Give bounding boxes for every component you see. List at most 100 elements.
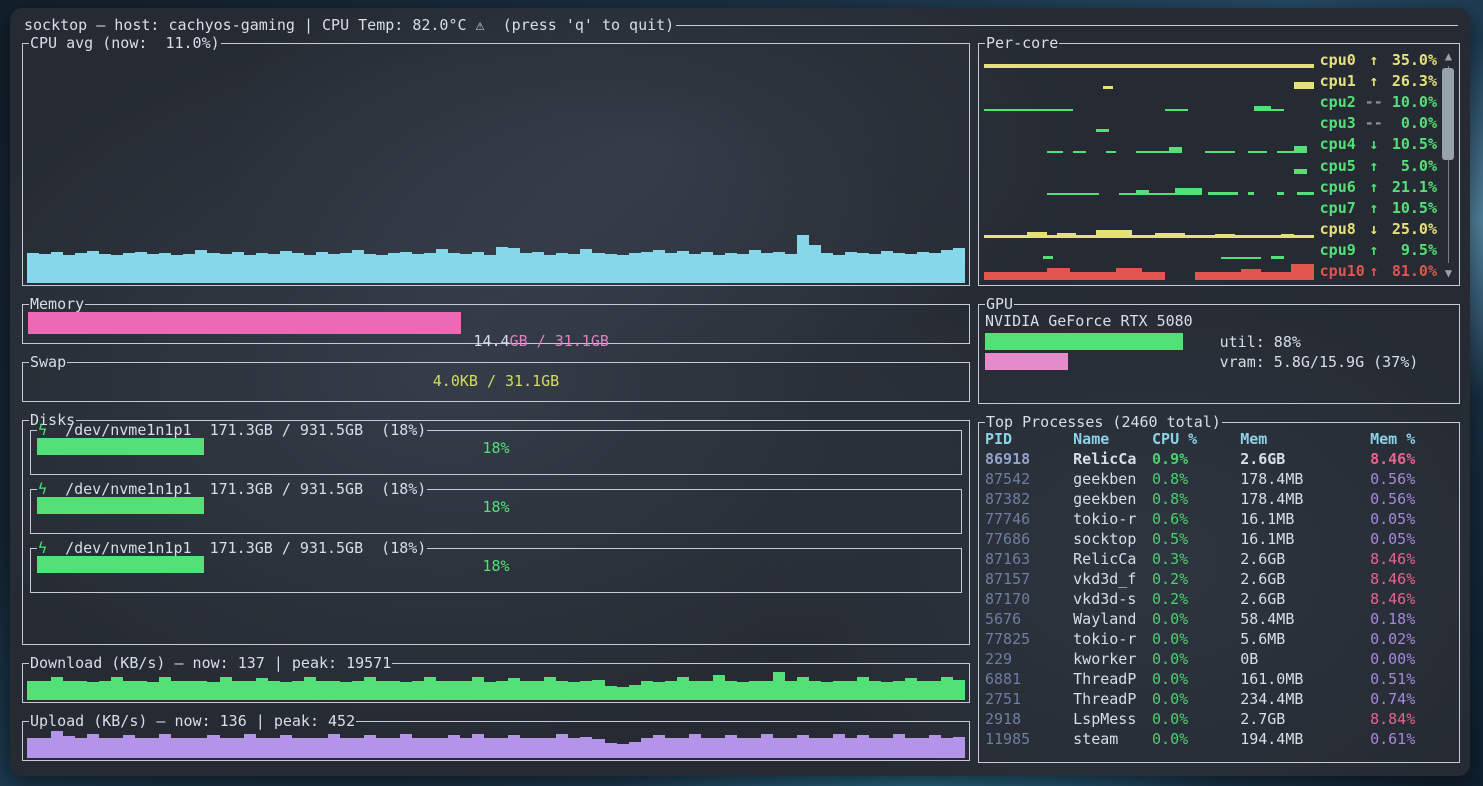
download-history-bar [268, 681, 280, 700]
per-core-scrollbar[interactable]: ▲ ▼ [1441, 49, 1456, 280]
sparkline-segment [1221, 257, 1261, 259]
core-label: cpu2--10.0% [1320, 93, 1437, 111]
process-mem: 2.6GB [1240, 589, 1370, 609]
process-row[interactable]: 77746tokio-r0.6%16.1MB0.05% [985, 509, 1449, 529]
sparkline-segment [1096, 129, 1109, 132]
cpu-history-bar [701, 252, 713, 283]
download-history-bar [893, 681, 905, 700]
core-row-cpu5: cpu5↑ 5.0% [984, 155, 1437, 176]
process-row[interactable]: 87170vkd3d-s0.2%2.6GB8.46% [985, 589, 1449, 609]
process-name: ThreadP [1073, 669, 1152, 689]
download-history-bar [857, 677, 869, 700]
process-row[interactable]: 86918RelicCa0.9%2.6GB8.46% [985, 449, 1449, 469]
cpu-history-bar [244, 255, 256, 283]
sparkline-segment [1294, 82, 1314, 89]
sparkline-segment [1297, 192, 1313, 195]
scroll-down-icon[interactable]: ▼ [1441, 266, 1456, 280]
download-history-bar [87, 682, 99, 700]
process-cpu: 0.8% [1152, 489, 1240, 509]
upload-history-bar [941, 738, 953, 758]
download-history-bar [195, 681, 207, 700]
process-row[interactable]: 6881ThreadP0.0%161.0MB0.51% [985, 669, 1449, 689]
upload-history-bar [51, 731, 63, 758]
disk-box-border: ϟ /dev/nvme1n1p1 171.3GB / 931.5GB (18%) [30, 548, 962, 549]
process-pid: 229 [985, 649, 1073, 669]
upload-history-bar [917, 738, 929, 758]
gpu-title: GPU [985, 297, 1014, 312]
process-pid: 5676 [985, 609, 1073, 629]
sparkline-segment [1136, 190, 1149, 195]
process-row[interactable]: 229kworker0.0%0B0.00% [985, 649, 1449, 669]
sparkline-segment [1271, 109, 1284, 111]
scrollbar-thumb[interactable] [1442, 68, 1454, 160]
cpu-history-bar [39, 254, 51, 283]
cpu-history-bar [580, 249, 592, 283]
trend-up-icon: ↑ [1365, 262, 1383, 280]
process-cpu: 0.0% [1152, 649, 1240, 669]
download-history-bar [147, 682, 159, 700]
process-row[interactable]: 87163RelicCa0.3%2.6GB8.46% [985, 549, 1449, 569]
upload-history-bar [27, 738, 39, 758]
download-history-bar [388, 681, 400, 700]
process-row[interactable]: 11985steam0.0%194.4MB0.61% [985, 729, 1449, 749]
cpu-history-bar [605, 254, 617, 283]
process-row[interactable]: 2918LspMess0.0%2.7GB8.84% [985, 709, 1449, 729]
disk-box-border: ϟ /dev/nvme1n1p1 171.3GB / 931.5GB (18%) [30, 430, 962, 431]
download-history-bar [328, 681, 340, 700]
sparkline-segment [984, 272, 1047, 280]
process-mem: 194.4MB [1240, 729, 1370, 749]
process-row[interactable]: 5676Wayland0.0%58.4MB0.18% [985, 609, 1449, 629]
process-cpu: 0.3% [1152, 549, 1240, 569]
core-sparkline [984, 49, 1314, 70]
scroll-up-icon[interactable]: ▲ [1441, 49, 1456, 63]
disk-path: /dev/nvme1n1p1 [47, 541, 192, 556]
process-row[interactable]: 77686socktop0.5%16.1MB0.05% [985, 529, 1449, 549]
per-core-panel: Per-core cpu0↑35.0%cpu1↑26.3%cpu2--10.0%… [978, 44, 1460, 286]
download-history-bar [677, 677, 689, 700]
sparkline-segment [1043, 256, 1053, 259]
upload-history-bar [520, 738, 532, 758]
process-mem: 234.4MB [1240, 689, 1370, 709]
trend-down-icon: ↓ [1365, 135, 1383, 153]
download-history-bar [304, 677, 316, 700]
cpu-history-bar [484, 255, 496, 283]
core-label: cpu5↑ 5.0% [1320, 157, 1437, 175]
download-history-bar [280, 682, 292, 700]
process-pid: 87382 [985, 489, 1073, 509]
download-history-bar [773, 672, 785, 700]
download-history-bar [244, 681, 256, 700]
cpu-history-bar [111, 255, 123, 283]
trend-up-icon: ↑ [1365, 72, 1383, 90]
process-row[interactable]: 87157vkd3d_f0.2%2.6GB8.46% [985, 569, 1449, 589]
upload-history-bar [364, 735, 376, 758]
sparkline-segment [1047, 193, 1100, 195]
core-row-cpu4: cpu4↓10.5% [984, 134, 1437, 155]
core-row-cpu0: cpu0↑35.0% [984, 49, 1437, 70]
process-row[interactable]: 87382geekben0.8%178.4MB0.56% [985, 489, 1449, 509]
download-history-bar [376, 681, 388, 700]
process-row[interactable]: 2751ThreadP0.0%234.4MB0.74% [985, 689, 1449, 709]
upload-history-bar [496, 738, 508, 758]
process-cpu: 0.2% [1152, 589, 1240, 609]
process-row[interactable]: 77825tokio-r0.0%5.6MB0.02% [985, 629, 1449, 649]
process-name: vkd3d_f [1073, 569, 1152, 589]
process-pid: 87542 [985, 469, 1073, 489]
upload-history-bar [232, 738, 244, 758]
swap-panel: Swap 4.0KB / 31.1GB [22, 363, 970, 402]
process-pid: 2918 [985, 709, 1073, 729]
disk-box: ϟ /dev/nvme1n1p1 171.3GB / 931.5GB (18%)… [30, 431, 962, 475]
core-row-cpu9: cpu9↑ 9.5% [984, 240, 1437, 261]
memory-title: Memory [29, 297, 85, 312]
core-row-cpu6: cpu6↑21.1% [984, 176, 1437, 197]
gpu-panel: GPU NVIDIA GeForce RTX 5080 util: 88% vr… [978, 305, 1460, 404]
download-history-bar [653, 682, 665, 700]
upload-history-bar [256, 738, 268, 758]
process-row[interactable]: 87542geekben0.8%178.4MB0.56% [985, 469, 1449, 489]
process-mem: 16.1MB [1240, 509, 1370, 529]
sparkline-segment [1277, 151, 1293, 153]
core-row-cpu3: cpu3-- 0.0% [984, 113, 1437, 134]
sparkline-segment [1027, 232, 1047, 238]
sparkline-segment [1149, 193, 1175, 195]
process-mem: 5.6MB [1240, 629, 1370, 649]
upload-history-bar [653, 735, 665, 758]
